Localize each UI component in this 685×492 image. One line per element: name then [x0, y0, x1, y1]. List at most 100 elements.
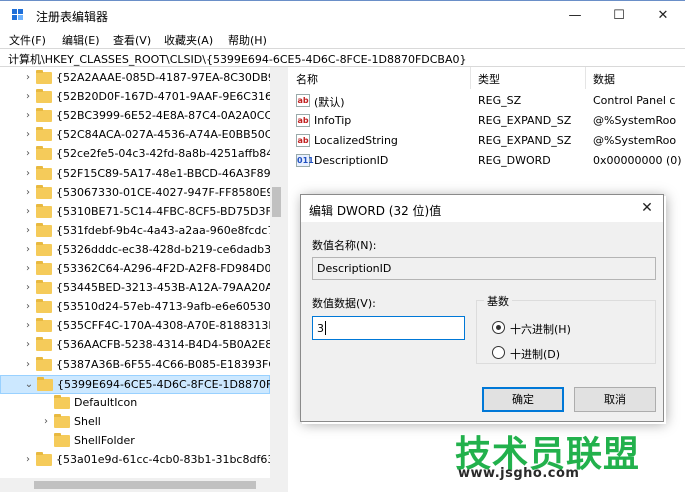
tree-item[interactable]: › {53a01e9d-61cc-4cb0-83b1-31bc8df63: [0, 451, 274, 470]
expand-chevron-icon[interactable]: ›: [22, 453, 34, 467]
hex-radio[interactable]: [492, 321, 505, 334]
tree-child-item[interactable]: DefaultIcon: [0, 394, 270, 413]
tree-item[interactable]: › {531fdebf-9b4c-4a43-a2aa-960e8fcdc7: [0, 222, 274, 241]
tree-item-label[interactable]: {535CFF4C-170A-4308-A70E-8188313F: [56, 319, 275, 332]
dialog-close-button[interactable]: ✕: [637, 198, 657, 218]
column-header-name[interactable]: 名称: [296, 71, 318, 87]
tree-item[interactable]: › {52ce2fe5-04c3-42fd-8a8b-4251affb84: [0, 145, 273, 164]
tree-item[interactable]: › {53362C64-A296-4F2D-A2F8-FD984D0: [0, 260, 272, 279]
key-tree[interactable]: › {52A2AAAE-085D-4187-97EA-8C30DB99 › {52B2…: [0, 67, 283, 492]
tree-item-label[interactable]: {53362C64-A296-4F2D-A2F8-FD984D0: [56, 262, 272, 275]
tree-item[interactable]: › {52B20D0F-167D-4701-9AAF-9E6C3167: [0, 88, 279, 107]
tree-item[interactable]: › {52F15C89-5A17-48e1-BBCD-46A3F89: [0, 165, 271, 184]
tree-item[interactable]: ⌄ {5399E694-6CE5-4D6C-8FCE-1D8870FL: [0, 374, 278, 394]
expand-chevron-icon[interactable]: ›: [22, 338, 34, 352]
tree-item[interactable]: › {53445BED-3213-453B-A12A-79AA20A: [0, 279, 273, 298]
tree-item[interactable]: › {5310BE71-5C14-4FBC-8CF5-BD75D3F: [0, 203, 272, 222]
tree-item-label[interactable]: {52F15C89-5A17-48e1-BBCD-46A3F89: [56, 167, 271, 180]
tree-child-item[interactable]: › Shell: [0, 413, 270, 432]
expand-chevron-icon[interactable]: ›: [22, 262, 34, 276]
dialog-title-bar: 编辑 DWORD (32 位)值 ✕: [301, 195, 663, 222]
expand-chevron-icon[interactable]: ›: [22, 90, 34, 104]
tree-item[interactable]: › {52A2AAAE-085D-4187-97EA-8C30DB99: [0, 69, 282, 88]
tree-item-label[interactable]: {536AACFB-5238-4314-B4D4-5B0A2E8: [56, 338, 272, 351]
value-row[interactable]: ab LocalizedString REG_EXPAND_SZ @%SystemRo…: [288, 131, 685, 151]
tree-item-label[interactable]: {53067330-01CE-4027-947F-FF8580E9: [56, 186, 273, 199]
value-data-text[interactable]: 3: [317, 322, 324, 335]
decimal-radio[interactable]: [492, 346, 505, 359]
ok-button[interactable]: 确定: [482, 387, 564, 412]
value-row[interactable]: ab (默认) REG_SZ Control Panel c: [288, 91, 685, 111]
value-row[interactable]: ab InfoTip REG_EXPAND_SZ @%SystemRoo: [288, 111, 685, 131]
expand-chevron-icon[interactable]: ›: [22, 224, 34, 238]
tree-item[interactable]: › {53510d24-57eb-4713-9afb-e6e60530: [0, 298, 271, 317]
tree-item-label[interactable]: {5399E694-6CE5-4D6C-8FCE-1D8870FL: [57, 378, 278, 391]
tree-item-label[interactable]: {52BC3999-6E52-4E8A-87C4-0A2A0CC3: [56, 109, 279, 122]
menu-view[interactable]: 查看(V): [113, 32, 151, 48]
expand-chevron-icon[interactable]: ›: [22, 358, 34, 372]
expand-chevron-icon[interactable]: ›: [22, 186, 34, 200]
value-data-input[interactable]: 3: [312, 316, 465, 340]
value-type-cell: REG_EXPAND_SZ: [478, 134, 572, 147]
tree-item-label[interactable]: {531fdebf-9b4c-4a43-a2aa-960e8fcdc7: [56, 224, 274, 237]
tree-item[interactable]: › {535CFF4C-170A-4308-A70E-8188313F: [0, 317, 275, 336]
column-divider[interactable]: [470, 67, 471, 89]
expand-chevron-icon[interactable]: ›: [22, 128, 34, 142]
value-row[interactable]: 011 DescriptionID REG_DWORD 0x00000000 (0): [288, 151, 685, 171]
column-divider[interactable]: [585, 67, 586, 89]
tree-item-label[interactable]: {5387A36B-6F55-4C66-B085-E18393FC: [56, 358, 276, 371]
expand-chevron-icon[interactable]: ›: [22, 300, 34, 314]
expand-chevron-icon[interactable]: ›: [22, 281, 34, 295]
expand-chevron-icon[interactable]: ›: [22, 167, 34, 181]
tree-item-label[interactable]: {5326dddc-ec38-428d-b219-ce6dadb3: [56, 243, 271, 256]
cancel-button[interactable]: 取消: [574, 387, 656, 412]
tree-item[interactable]: › {5387A36B-6F55-4C66-B085-E18393FC: [0, 356, 276, 375]
menu-favorites[interactable]: 收藏夹(A): [164, 32, 213, 48]
tree-item-label[interactable]: {5310BE71-5C14-4FBC-8CF5-BD75D3F: [56, 205, 272, 218]
column-header-data[interactable]: 数据: [593, 71, 615, 87]
tree-hscroll-thumb[interactable]: [34, 481, 256, 489]
tree-child-item[interactable]: ShellFolder: [0, 432, 270, 451]
tree-item-label[interactable]: {52ce2fe5-04c3-42fd-8a8b-4251affb84: [56, 147, 273, 160]
minimize-button[interactable]: —: [553, 1, 597, 31]
expand-chevron-icon[interactable]: ›: [22, 243, 34, 257]
close-button[interactable]: ✕: [641, 1, 685, 31]
dialog-title: 编辑 DWORD (32 位)值: [309, 204, 442, 218]
address-bar[interactable]: 计算机\HKEY_CLASSES_ROOT\CLSID\{5399E694-6C…: [0, 48, 685, 67]
tree-item[interactable]: › {52C84ACA-027A-4536-A74A-E0BB50C: [0, 126, 272, 145]
tree-item-label[interactable]: {52C84ACA-027A-4536-A74A-E0BB50C: [56, 128, 272, 141]
window-title: 注册表编辑器: [36, 10, 109, 24]
tree-item[interactable]: › {5326dddc-ec38-428d-b219-ce6dadb3: [0, 241, 271, 260]
tree-item-label[interactable]: ShellFolder: [74, 434, 135, 447]
tree-item-label[interactable]: Shell: [74, 415, 101, 428]
collapse-chevron-icon[interactable]: ⌄: [23, 378, 35, 392]
folder-icon: [54, 413, 70, 428]
menu-help[interactable]: 帮助(H): [228, 32, 267, 48]
expand-chevron-icon[interactable]: ›: [22, 147, 34, 161]
column-header-type[interactable]: 类型: [478, 71, 500, 87]
expand-chevron-icon[interactable]: ›: [22, 319, 34, 333]
tree-item-label[interactable]: {52B20D0F-167D-4701-9AAF-9E6C3167: [56, 90, 279, 103]
menu-edit[interactable]: 编辑(E): [62, 32, 100, 48]
tree-item[interactable]: › {536AACFB-5238-4314-B4D4-5B0A2E8: [0, 336, 272, 355]
tree-item-label[interactable]: DefaultIcon: [74, 396, 137, 409]
tree-item-label[interactable]: {53445BED-3213-453B-A12A-79AA20A: [56, 281, 273, 294]
expand-chevron-icon[interactable]: ›: [22, 205, 34, 219]
tree-item-label[interactable]: {53510d24-57eb-4713-9afb-e6e60530: [56, 300, 271, 313]
expand-chevron-icon[interactable]: ›: [22, 71, 34, 85]
tree-item[interactable]: › {52BC3999-6E52-4E8A-87C4-0A2A0CC3: [0, 107, 279, 126]
folder-icon: [36, 318, 52, 333]
tree-item-label[interactable]: {53a01e9d-61cc-4cb0-83b1-31bc8df63: [56, 453, 274, 466]
address-path[interactable]: 计算机\HKEY_CLASSES_ROOT\CLSID\{5399E694-6C…: [8, 51, 467, 67]
hex-radio-label[interactable]: 十六进制(H): [510, 321, 571, 337]
tree-item[interactable]: › {53067330-01CE-4027-947F-FF8580E9: [0, 184, 273, 203]
tree-vertical-scrollbar[interactable]: [270, 67, 283, 492]
value-data-label: 数值数据(V):: [312, 297, 376, 310]
tree-item-label[interactable]: {52A2AAAE-085D-4187-97EA-8C30DB99: [56, 71, 282, 84]
maximize-button[interactable]: ☐: [597, 1, 641, 31]
tree-scroll-thumb[interactable]: [272, 187, 281, 217]
decimal-radio-label[interactable]: 十进制(D): [510, 346, 560, 362]
menu-file[interactable]: 文件(F): [9, 32, 46, 48]
expand-chevron-icon[interactable]: ›: [22, 109, 34, 123]
expand-chevron-icon[interactable]: ›: [40, 415, 52, 429]
